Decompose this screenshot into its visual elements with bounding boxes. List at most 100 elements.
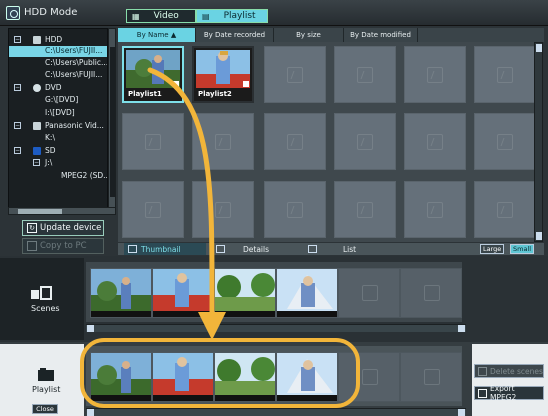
playlist-scene-thumbnail[interactable] xyxy=(214,352,276,402)
scroll-right-arrow-icon[interactable] xyxy=(458,409,465,416)
collapse-icon[interactable]: − xyxy=(33,159,40,166)
sort-by-size[interactable]: By size xyxy=(274,28,344,42)
empty-slot xyxy=(474,46,536,103)
placeholder-icon xyxy=(287,67,303,83)
empty-slot xyxy=(264,181,326,238)
tree-item-drive[interactable]: G:\[DVD] xyxy=(9,95,107,106)
mode-tabs: ▦ Video ▤ Playlist xyxy=(126,9,268,23)
collapse-icon[interactable]: − xyxy=(14,122,21,129)
tab-playlist[interactable]: ▤ Playlist xyxy=(196,9,268,23)
empty-slot xyxy=(404,113,466,170)
scroll-up-arrow-icon[interactable] xyxy=(536,44,542,52)
tree-item-folder[interactable]: C:\Users\FUJII... xyxy=(9,70,107,81)
playlist-badge-icon xyxy=(173,81,179,87)
scroll-right-arrow-icon[interactable] xyxy=(458,325,465,332)
scroll-left-arrow-icon[interactable] xyxy=(87,325,94,332)
placeholder-icon xyxy=(145,202,161,218)
empty-scene-slot xyxy=(338,268,400,318)
tree-horizontal-scrollbar[interactable] xyxy=(8,207,116,215)
collapse-icon[interactable]: − xyxy=(14,147,21,154)
scene-photo xyxy=(277,353,337,401)
placeholder-icon xyxy=(497,134,513,150)
scene-thumbnail[interactable] xyxy=(214,268,276,318)
playlist-icon xyxy=(38,368,54,381)
sd-card-icon xyxy=(33,147,41,155)
view-details[interactable]: Details xyxy=(216,243,306,255)
playlist-label: Playlist xyxy=(32,385,61,394)
collapse-icon[interactable]: − xyxy=(14,84,21,91)
scenes-strip[interactable] xyxy=(86,262,462,322)
placeholder-icon xyxy=(497,202,513,218)
empty-slot xyxy=(192,181,254,238)
view-mode-bar: Thumbnail Details List Large Small xyxy=(118,243,544,255)
sort-by-date-modified[interactable]: By Date modified xyxy=(344,28,418,42)
playlist-close-button[interactable]: Close xyxy=(32,404,58,414)
delete-scenes-button[interactable]: Delete scenes xyxy=(474,364,544,378)
update-device-button[interactable]: ↻ Update device xyxy=(22,220,104,236)
tree-item-dvd[interactable]: − DVD xyxy=(9,83,107,94)
scenes-scrollbar[interactable] xyxy=(86,324,466,332)
size-small-button[interactable]: Small xyxy=(510,244,535,254)
scroll-thumb[interactable] xyxy=(110,47,115,197)
scroll-left-arrow-icon[interactable] xyxy=(87,409,94,416)
playlist-strip[interactable] xyxy=(86,346,462,406)
tree-item-drive[interactable]: I:\[DVD] xyxy=(9,108,107,119)
title-bar: HDD Mode ▦ Video ▤ Playlist xyxy=(0,0,548,26)
placeholder-icon xyxy=(362,285,378,301)
tree-item-drive[interactable]: K:\ xyxy=(9,133,107,144)
tree-item-folder[interactable]: C:\Users\FUJII... xyxy=(9,46,107,57)
scroll-down-arrow-icon[interactable] xyxy=(536,232,542,240)
scene-thumbnail[interactable] xyxy=(276,268,338,318)
tree-vertical-scrollbar[interactable] xyxy=(108,28,116,210)
scroll-thumb[interactable] xyxy=(18,209,62,214)
view-list[interactable]: List xyxy=(308,243,408,255)
tab-video[interactable]: ▦ Video xyxy=(126,9,196,23)
playlist-scene-thumbnail[interactable] xyxy=(90,352,152,402)
scene-thumbnail[interactable] xyxy=(152,268,214,318)
tree-item-sd-drive[interactable]: − J:\ xyxy=(9,158,107,169)
collapse-icon[interactable]: − xyxy=(14,36,21,43)
placeholder-icon xyxy=(357,202,373,218)
empty-slot xyxy=(334,46,396,103)
view-thumbnail[interactable]: Thumbnail xyxy=(124,243,206,255)
placeholder-icon xyxy=(357,67,373,83)
export-mpeg2-button[interactable]: Export MPEG2 xyxy=(474,384,544,402)
tab-playlist-label: Playlist xyxy=(223,11,256,21)
placeholder-icon xyxy=(427,202,443,218)
playlist-thumbnail[interactable]: Playlist1 xyxy=(122,46,184,103)
device-tree[interactable]: − HDD C:\Users\FUJII... C:\Users\Public.… xyxy=(8,28,108,210)
copy-to-pc-button[interactable]: Copy to PC xyxy=(22,238,104,254)
playlist-scene-thumbnail[interactable] xyxy=(152,352,214,402)
placeholder-icon xyxy=(497,67,513,83)
scenes-label: Scenes xyxy=(31,304,60,313)
scene-thumbnail[interactable] xyxy=(90,268,152,318)
playlist-scene-thumbnail[interactable] xyxy=(276,352,338,402)
empty-scene-slot xyxy=(338,352,400,402)
playlist-scrollbar[interactable] xyxy=(86,408,466,416)
sort-tabs: By Name ▲ By Date recorded By size By Da… xyxy=(118,28,544,42)
placeholder-icon xyxy=(424,285,440,301)
scene-photo xyxy=(153,269,213,317)
size-large-button[interactable]: Large xyxy=(480,244,505,254)
playlist-icon: ▤ xyxy=(202,11,210,21)
playlist-badge-icon xyxy=(243,81,249,87)
scene-photo xyxy=(91,269,151,317)
sort-by-date-recorded[interactable]: By Date recorded xyxy=(196,28,274,42)
scene-photo xyxy=(215,353,275,401)
tree-item-panasonic[interactable]: − Panasonic Vid... xyxy=(9,121,107,132)
empty-slot xyxy=(334,113,396,170)
scenes-icon xyxy=(31,286,52,300)
copy-icon xyxy=(27,241,37,251)
dvd-icon xyxy=(33,84,41,92)
empty-slot xyxy=(122,113,184,170)
sort-by-name[interactable]: By Name ▲ xyxy=(118,28,196,42)
tree-item-hdd[interactable]: − HDD xyxy=(9,35,107,46)
grid-vertical-scrollbar[interactable] xyxy=(534,42,543,242)
tree-item-sd[interactable]: − SD xyxy=(9,146,107,157)
playlist-photo xyxy=(196,50,250,88)
tree-item-folder[interactable]: C:\Users\Public... xyxy=(9,58,107,69)
camera-icon xyxy=(33,122,41,130)
playlist-thumbnail[interactable]: Playlist2 xyxy=(192,46,254,103)
tree-item-mpeg2[interactable]: MPEG2 (SD... xyxy=(9,171,107,182)
placeholder-icon xyxy=(287,202,303,218)
